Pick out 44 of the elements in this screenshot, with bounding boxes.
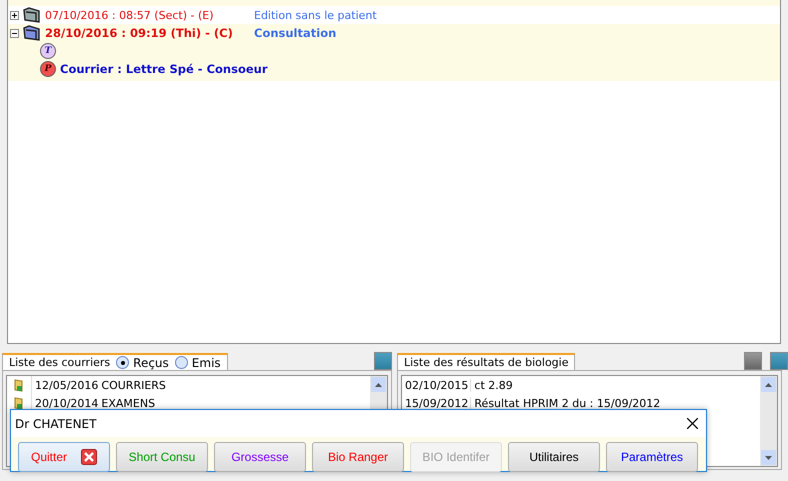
result-text[interactable]: Résultat HPRIM 2 du : 15/09/2012 (474, 396, 660, 410)
folder-icon (14, 396, 24, 410)
folder-icon (23, 7, 41, 23)
dialog-button[interactable]: Paramètres (606, 442, 698, 472)
scroll-up-button[interactable] (761, 377, 776, 392)
dialog-title: Dr CHATENET (15, 416, 96, 430)
entry-type: Consultation (254, 26, 336, 40)
folder-icon (14, 378, 24, 392)
letter-category[interactable]: COURRIERS (101, 378, 166, 392)
letter-category[interactable]: EXAMENS (101, 396, 156, 410)
tab-label: Liste des résultats de biologie (404, 356, 568, 369)
radio-label[interactable]: Emis (192, 356, 221, 370)
up-arrow-icon (765, 382, 772, 386)
tab-label: Liste des courriers (9, 356, 110, 369)
document-title[interactable]: Courrier : Lettre Spé - Consoeur (60, 62, 268, 76)
panel-toggle-button[interactable] (770, 352, 788, 370)
dialog-button[interactable]: Grossesse (214, 442, 306, 472)
collapse-toggle[interactable] (10, 28, 19, 38)
close-icon (81, 449, 97, 465)
entry-date[interactable]: 07/10/2016 : 08:57 (Sect) - (E) (45, 8, 250, 22)
close-icon[interactable] (687, 418, 698, 429)
plus-icon (11, 12, 18, 18)
document-badge: P (40, 61, 56, 77)
scroll-up-button[interactable] (371, 377, 386, 392)
radio-button[interactable] (116, 356, 130, 369)
expand-toggle[interactable] (10, 10, 19, 20)
radio-label[interactable]: Reçus (133, 356, 169, 370)
panel-toggle-button[interactable] (374, 352, 392, 370)
letter-date[interactable]: 12/05/2016 (35, 378, 98, 392)
panel-toggle-button[interactable] (744, 352, 762, 370)
letter-date[interactable]: 20/10/2014 (35, 396, 98, 410)
entry-type: Edition sans le patient (254, 8, 377, 22)
result-text[interactable]: ct 2.89 (474, 378, 513, 392)
folder-icon (23, 25, 41, 41)
courriers-tab[interactable]: Liste des courriers Reçus Emis (2, 353, 228, 370)
down-arrow-icon (765, 456, 772, 460)
biology-tab[interactable]: Liste des résultats de biologie (397, 353, 576, 370)
result-date[interactable]: 02/10/2015 (402, 378, 472, 392)
up-arrow-icon (375, 382, 382, 386)
radio-button[interactable] (174, 356, 188, 369)
dialog-button[interactable]: Utilitaires (508, 442, 600, 472)
document-badge: T (40, 43, 56, 59)
scroll-down-button[interactable] (761, 450, 776, 465)
entry-date[interactable]: 28/10/2016 : 09:19 (Thi) - (C) (45, 26, 250, 40)
